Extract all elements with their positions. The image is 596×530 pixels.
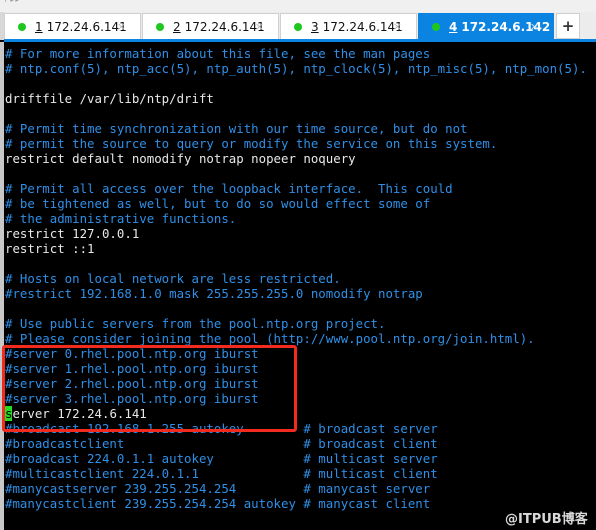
terminal-line: #multicastclient 224.0.1.1 # multicast c… — [5, 466, 596, 481]
comment-text: #broadcastclient # broadcast client — [5, 436, 438, 451]
comment-text: # permit the source to query or modify t… — [5, 136, 498, 151]
terminal-line: # permit the source to query or modify t… — [5, 136, 596, 151]
toolbar-remnant: ⁝ ▸▸ — [4, 0, 20, 5]
connected-status-icon — [156, 23, 164, 31]
close-tab-icon[interactable]: × — [117, 20, 126, 33]
terminal-line: #manycastserver 239.255.254.254 # manyca… — [5, 481, 596, 496]
terminal-line: # Hosts on local network are less restri… — [5, 271, 596, 286]
terminal-line: # the administrative functions. — [5, 211, 596, 226]
terminal-line: # ntp.conf(5), ntp_acc(5), ntp_auth(5), … — [5, 61, 596, 76]
close-tab-icon[interactable]: × — [255, 20, 264, 33]
tab-number: 2 — [173, 20, 181, 34]
terminal-output[interactable]: # For more information about this file, … — [5, 46, 596, 530]
comment-text: # Use public servers from the pool.ntp.o… — [5, 316, 386, 331]
terminal-line: #broadcastclient # broadcast client — [5, 436, 596, 451]
terminal-line: # Permit time synchronization with our t… — [5, 121, 596, 136]
comment-text: #broadcast 224.0.1.1 autokey # multicast… — [5, 451, 438, 466]
terminal-line: restrict ::1 — [5, 241, 596, 256]
config-text: restrict 127.0.0.1 — [5, 226, 140, 241]
session-tab-2[interactable]: 2 172.24.6.141 × — [142, 13, 279, 40]
annotation-highlight-box — [2, 345, 297, 432]
config-text: driftfile /var/lib/ntp/drift — [5, 91, 214, 106]
terminal-line: # Permit all access over the loopback in… — [5, 181, 596, 196]
close-tab-icon[interactable]: × — [530, 20, 539, 33]
session-tab-4-active[interactable]: 4 172.24.6.142 × — [418, 13, 554, 40]
comment-text: #restrict 192.168.1.0 mask 255.255.255.0… — [5, 286, 423, 301]
comment-text: #multicastclient 224.0.1.1 # multicast c… — [5, 466, 438, 481]
comment-text: # For more information about this file, … — [5, 46, 431, 61]
comment-text: #manycastclient 239.255.254.254 autokey … — [5, 496, 431, 511]
tab-number: 3 — [311, 20, 319, 34]
close-tab-icon[interactable]: × — [393, 20, 402, 33]
terminal-line: restrict 127.0.0.1 — [5, 226, 596, 241]
terminal-line: #broadcast 224.0.1.1 autokey # multicast… — [5, 451, 596, 466]
config-text: restrict ::1 — [5, 241, 95, 256]
comment-text: #manycastserver 239.255.254.254 # manyca… — [5, 481, 431, 496]
terminal-line: # be tightened as well, but to do so wou… — [5, 196, 596, 211]
tab-number: 4 — [449, 20, 458, 34]
terminal-line: driftfile /var/lib/ntp/drift — [5, 91, 596, 106]
session-tab-1[interactable]: 1 172.24.6.141 × — [4, 13, 141, 40]
connected-status-icon — [18, 23, 26, 31]
terminal-line: # Use public servers from the pool.ntp.o… — [5, 316, 596, 331]
watermark: @ITPUB博客 — [505, 512, 588, 527]
comment-text: # Hosts on local network are less restri… — [5, 271, 341, 286]
connected-status-icon — [432, 23, 440, 31]
terminal-line: # For more information about this file, … — [5, 46, 596, 61]
terminal-line: # Please consider joining the pool (http… — [5, 331, 596, 346]
tab-number: 1 — [35, 20, 43, 34]
terminal-line: restrict default nomodify notrap nopeer … — [5, 151, 596, 166]
comment-text: # ntp.conf(5), ntp_acc(5), ntp_auth(5), … — [5, 61, 587, 76]
window-top-strip: ⁝ ▸▸ — [0, 0, 596, 12]
new-tab-button[interactable]: + — [556, 13, 580, 39]
comment-text: # be tightened as well, but to do so wou… — [5, 196, 431, 211]
terminal-left-border — [0, 42, 4, 530]
tab-label: 172.24.6.141 — [184, 20, 265, 34]
comment-text: # the administrative functions. — [5, 211, 237, 226]
comment-text: # Please consider joining the pool (http… — [5, 331, 535, 346]
connected-status-icon — [294, 23, 302, 31]
config-text: restrict default nomodify notrap nopeer … — [5, 151, 356, 166]
session-tab-bar: 1 172.24.6.141 × 2 172.24.6.141 × 3 172.… — [0, 12, 596, 40]
comment-text: # Permit time synchronization with our t… — [5, 121, 468, 136]
active-tab-underline — [4, 39, 596, 42]
comment-text: # Permit all access over the loopback in… — [5, 181, 453, 196]
terminal-line: #restrict 192.168.1.0 mask 255.255.255.0… — [5, 286, 596, 301]
tab-label: 172.24.6.141 — [322, 20, 403, 34]
tab-label: 172.24.6.141 — [46, 20, 127, 34]
session-tab-3[interactable]: 3 172.24.6.141 × — [280, 13, 417, 40]
